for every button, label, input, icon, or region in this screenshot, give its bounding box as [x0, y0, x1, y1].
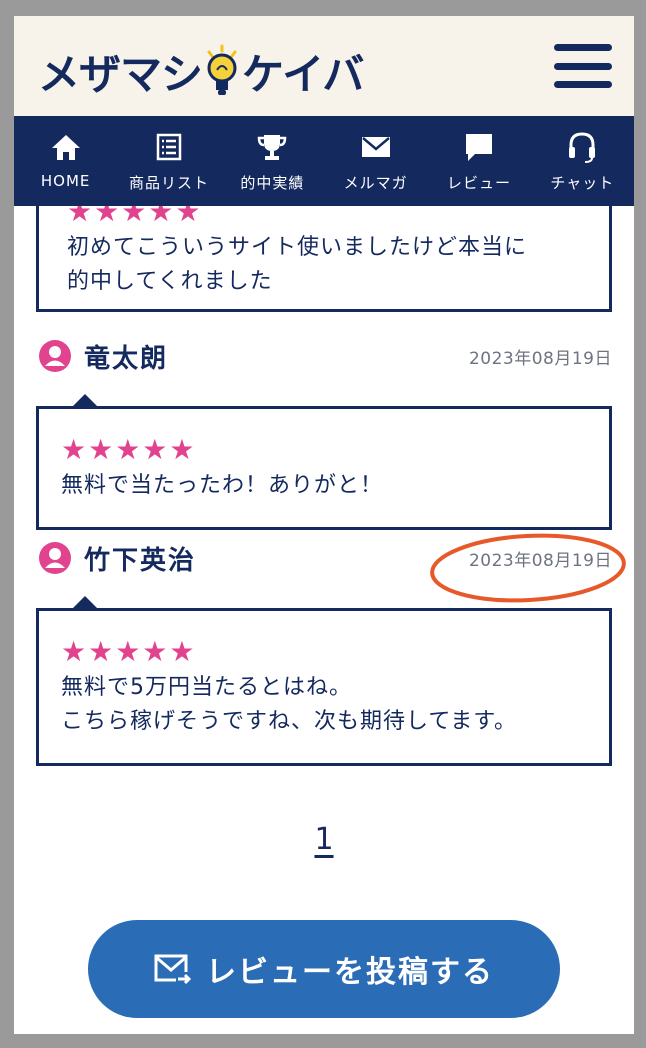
home-icon — [51, 135, 80, 160]
nav-label: レビュー — [446, 174, 511, 192]
review-text-line: 無料で5万円当たるとはね。 — [61, 675, 352, 700]
review-text-line: 無料で当たったわ！ありがと！ — [61, 473, 384, 498]
post-review-button[interactable]: レビューを投稿する — [88, 920, 560, 1018]
mobile-screen: メザマシ ケイバ HOME 商品リスト 的中実績 メルマガ レビュー チャット … — [14, 16, 634, 1034]
logo-text-left: メザマシ — [38, 49, 203, 99]
review-text-line: 的中してくれました — [67, 269, 273, 294]
star-rating: ★★★★★ — [67, 206, 203, 228]
nav-label: 的中実績 — [240, 174, 305, 192]
reviewer-header: 竜太朗 2023年08月19日 — [38, 336, 612, 376]
list-icon — [156, 133, 182, 161]
review-date: 2023年08月19日 — [468, 550, 612, 571]
pagination: 1 — [14, 822, 634, 857]
mail-icon — [361, 137, 390, 157]
menu-bar — [554, 44, 612, 51]
menu-bar — [554, 62, 612, 70]
site-logo[interactable]: メザマシ ケイバ — [38, 44, 364, 99]
hamburger-menu-button[interactable] — [554, 44, 612, 88]
user-avatar-icon — [39, 340, 71, 372]
site-header: メザマシ ケイバ — [14, 16, 634, 116]
reviewer-name: 竹下英治 — [84, 545, 197, 576]
user-avatar-icon — [39, 542, 71, 574]
page-link-current[interactable]: 1 — [314, 822, 333, 857]
review-card: ★★★★★ 初めてこういうサイト使いましたけど本当に 的中してくれました — [36, 206, 612, 312]
post-review-label: レビューを投稿する — [206, 955, 494, 990]
nav-label: チャット — [550, 174, 615, 192]
reviewer-name: 竜太朗 — [84, 343, 169, 374]
mail-send-icon — [154, 954, 192, 986]
review-card: ★★★★★ 無料で当たったわ！ありがと！ — [36, 406, 612, 530]
nav-item-mail-magazine[interactable]: メルマガ — [324, 116, 427, 206]
trophy-icon — [258, 135, 287, 160]
review-card: ★★★★★ 無料で5万円当たるとはね。 こちら稼げそうですね、次も期待してます。 — [36, 608, 612, 766]
review-text-line: 初めてこういうサイト使いましたけど本当に — [67, 235, 528, 260]
menu-bar — [554, 81, 612, 88]
nav-item-reviews[interactable]: レビュー — [427, 116, 530, 206]
nav-item-results[interactable]: 的中実績 — [221, 116, 324, 206]
nav-label: 商品リスト — [128, 174, 209, 192]
review-date: 2023年08月19日 — [468, 348, 612, 369]
nav-item-chat[interactable]: チャット — [531, 116, 634, 206]
main-nav: HOME 商品リスト 的中実績 メルマガ レビュー チャット — [14, 116, 634, 206]
nav-label: メルマガ — [343, 174, 408, 192]
nav-item-product-list[interactable]: 商品リスト — [117, 116, 220, 206]
star-rating: ★★★★★ — [61, 433, 197, 466]
nav-label: HOME — [40, 172, 91, 190]
review-list: ★★★★★ 初めてこういうサイト使いましたけど本当に 的中してくれました 竜太朗… — [14, 206, 634, 1034]
review-text-line: こちら稼げそうですね、次も期待してます。 — [61, 709, 518, 734]
speech-bubble-icon — [465, 134, 492, 161]
lightbulb-icon — [204, 44, 240, 98]
nav-item-home[interactable]: HOME — [14, 116, 117, 206]
headset-icon — [569, 132, 596, 163]
logo-text-right: ケイバ — [242, 49, 364, 99]
star-rating: ★★★★★ — [61, 635, 197, 668]
reviewer-header: 竹下英治 2023年08月19日 — [38, 538, 612, 578]
